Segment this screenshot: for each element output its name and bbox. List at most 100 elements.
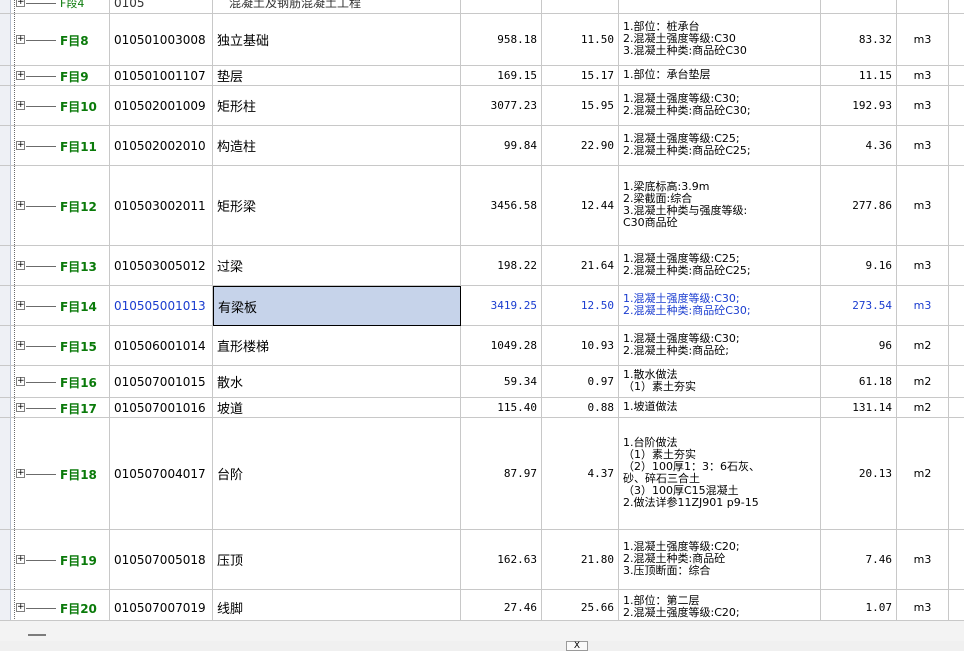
item-code-cell[interactable]: 010505001013: [110, 286, 213, 326]
item-name-cell[interactable]: 直形楼梯: [213, 326, 461, 366]
item-name-cell[interactable]: 矩形柱: [213, 86, 461, 126]
amount-cell[interactable]: 131.14: [821, 398, 897, 418]
unit-cell[interactable]: [897, 0, 949, 14]
tree-node-label[interactable]: F目14: [60, 298, 97, 315]
table-row[interactable]: + F目11 010502002010 构造柱 99.84 22.90 1.混凝土强度等级:…: [0, 126, 964, 166]
unit-cell[interactable]: m2: [897, 398, 949, 418]
item-description-cell[interactable]: 1.部位：第二层 2.混凝土强度等级:C20;: [619, 590, 821, 620]
table-row[interactable]: + F目18 010507004017 台阶 87.97 4.37 1.台阶做法 （1）素土夯…: [0, 418, 964, 530]
unit-price-cell[interactable]: 21.64: [542, 246, 619, 286]
item-code-cell[interactable]: 010501003008: [110, 14, 213, 66]
item-code-cell[interactable]: 0105: [110, 0, 213, 14]
item-description-cell[interactable]: [619, 0, 821, 14]
item-name-cell[interactable]: 矩形梁: [213, 166, 461, 246]
quantity-cell[interactable]: 87.97: [461, 418, 542, 530]
table-row[interactable]: + F目20 010507007019 线脚 27.46 25.66 1.部位：第二层 2.混…: [0, 590, 964, 620]
plus-box-icon[interactable]: +: [16, 403, 25, 412]
unit-cell[interactable]: m2: [897, 326, 949, 366]
collapse-dash-icon[interactable]: [28, 634, 46, 636]
item-name-cell[interactable]: 混凝土及钢筋混凝土工程: [213, 0, 461, 14]
amount-cell[interactable]: 7.46: [821, 530, 897, 590]
item-code-cell[interactable]: 010506001014: [110, 326, 213, 366]
quantity-cell[interactable]: 198.22: [461, 246, 542, 286]
quantity-cell[interactable]: 27.46: [461, 590, 542, 620]
item-description-cell[interactable]: 1.混凝土强度等级:C30; 2.混凝土种类:商品砼;: [619, 326, 821, 366]
item-description-cell[interactable]: 1.坡道做法: [619, 398, 821, 418]
tree-node-label[interactable]: F目17: [60, 400, 97, 417]
amount-cell[interactable]: 96: [821, 326, 897, 366]
table-row[interactable]: + F目12 010503002011 矩形梁 3456.58 12.44 1.梁底标高:3…: [0, 166, 964, 246]
quantity-cell[interactable]: [461, 0, 542, 14]
item-code-cell[interactable]: 010503005012: [110, 246, 213, 286]
plus-box-icon[interactable]: +: [16, 261, 25, 270]
unit-cell[interactable]: m3: [897, 530, 949, 590]
plus-box-icon[interactable]: +: [16, 101, 25, 110]
item-description-cell[interactable]: 1.混凝土强度等级:C30; 2.混凝土种类:商品砼C30;: [619, 86, 821, 126]
tree-node-label[interactable]: F目12: [60, 198, 97, 215]
quantity-cell[interactable]: 59.34: [461, 366, 542, 398]
tree-node-label[interactable]: F目15: [60, 338, 97, 355]
amount-cell[interactable]: 192.93: [821, 86, 897, 126]
unit-price-cell[interactable]: 22.90: [542, 126, 619, 166]
unit-price-cell[interactable]: 21.80: [542, 530, 619, 590]
unit-price-cell[interactable]: 10.93: [542, 326, 619, 366]
table-row[interactable]: + F目17 010507001016 坡道 115.40 0.88 1.坡道做法 131.1…: [0, 398, 964, 418]
plus-box-icon[interactable]: +: [16, 71, 25, 80]
amount-cell[interactable]: 61.18: [821, 366, 897, 398]
unit-cell[interactable]: m3: [897, 14, 949, 66]
plus-box-icon[interactable]: +: [16, 341, 25, 350]
item-code-cell[interactable]: 010502002010: [110, 126, 213, 166]
quantity-cell[interactable]: 3456.58: [461, 166, 542, 246]
unit-price-cell[interactable]: 15.17: [542, 66, 619, 86]
tree-node-label[interactable]: F目13: [60, 258, 97, 275]
amount-cell[interactable]: 83.32: [821, 14, 897, 66]
table-row[interactable]: + F目19 010507005018 压顶 162.63 21.80 1.混凝土强度等级:…: [0, 530, 964, 590]
item-description-cell[interactable]: 1.混凝土强度等级:C25; 2.混凝土种类:商品砼C25;: [619, 126, 821, 166]
table-row[interactable]: + F目16 010507001015 散水 59.34 0.97 1.散水做法 （1）素土夯…: [0, 366, 964, 398]
item-description-cell[interactable]: 1.混凝土强度等级:C30; 2.混凝土种类:商品砼C30;: [619, 286, 821, 326]
amount-cell[interactable]: 20.13: [821, 418, 897, 530]
amount-cell[interactable]: 9.16: [821, 246, 897, 286]
item-name-cell[interactable]: 线脚: [213, 590, 461, 620]
unit-cell[interactable]: m2: [897, 366, 949, 398]
unit-price-cell[interactable]: 11.50: [542, 14, 619, 66]
tree-node-label[interactable]: F目8: [60, 32, 89, 49]
item-name-cell[interactable]: 构造柱: [213, 126, 461, 166]
item-description-cell[interactable]: 1.梁底标高:3.9m 2.梁截面:综合 3.混凝土种类与强度等级: C30商品砼: [619, 166, 821, 246]
unit-cell[interactable]: m3: [897, 590, 949, 620]
item-description-cell[interactable]: 1.台阶做法 （1）素土夯实 （2）100厚1：3：6石灰、 砂、碎石三合土 （3）10…: [619, 418, 821, 530]
item-name-cell[interactable]: 台阶: [213, 418, 461, 530]
quantity-cell[interactable]: 3419.25: [461, 286, 542, 326]
amount-cell[interactable]: 1.07: [821, 590, 897, 620]
tree-node-label[interactable]: F目20: [60, 600, 97, 617]
quantity-cell[interactable]: 115.40: [461, 398, 542, 418]
item-code-cell[interactable]: 010507005018: [110, 530, 213, 590]
item-code-cell[interactable]: 010501001107: [110, 66, 213, 86]
item-name-cell[interactable]: 散水: [213, 366, 461, 398]
item-code-cell[interactable]: 010507004017: [110, 418, 213, 530]
table-row[interactable]: + F目13 010503005012 过梁 198.22 21.64 1.混凝土强度等级:…: [0, 246, 964, 286]
unit-price-cell[interactable]: 12.50: [542, 286, 619, 326]
item-name-cell[interactable]: 独立基础: [213, 14, 461, 66]
unit-price-cell[interactable]: 0.88: [542, 398, 619, 418]
unit-price-cell[interactable]: 12.44: [542, 166, 619, 246]
item-description-cell[interactable]: 1.混凝土强度等级:C20; 2.混凝土种类:商品砼 3.压顶断面：综合: [619, 530, 821, 590]
plus-box-icon[interactable]: +: [16, 469, 25, 478]
amount-cell[interactable]: 4.36: [821, 126, 897, 166]
quantity-cell[interactable]: 1049.28: [461, 326, 542, 366]
amount-cell[interactable]: 11.15: [821, 66, 897, 86]
item-name-cell[interactable]: 有梁板: [213, 286, 461, 326]
tree-node-label[interactable]: F目10: [60, 98, 97, 115]
quantity-cell[interactable]: 3077.23: [461, 86, 542, 126]
item-name-cell[interactable]: 过梁: [213, 246, 461, 286]
tree-node-label[interactable]: F段4: [60, 0, 84, 11]
quantity-cell[interactable]: 99.84: [461, 126, 542, 166]
tree-node-label[interactable]: F目16: [60, 374, 97, 391]
item-code-cell[interactable]: 010507001016: [110, 398, 213, 418]
plus-box-icon[interactable]: +: [16, 301, 25, 310]
table-row[interactable]: + F段4 0105 混凝土及钢筋混凝土工程: [0, 0, 964, 14]
table-row[interactable]: + F目8 010501003008 独立基础 958.18 11.50 1.部位：桩承台 2…: [0, 14, 964, 66]
plus-box-icon[interactable]: +: [16, 555, 25, 564]
amount-cell[interactable]: [821, 0, 897, 14]
unit-cell[interactable]: m3: [897, 126, 949, 166]
